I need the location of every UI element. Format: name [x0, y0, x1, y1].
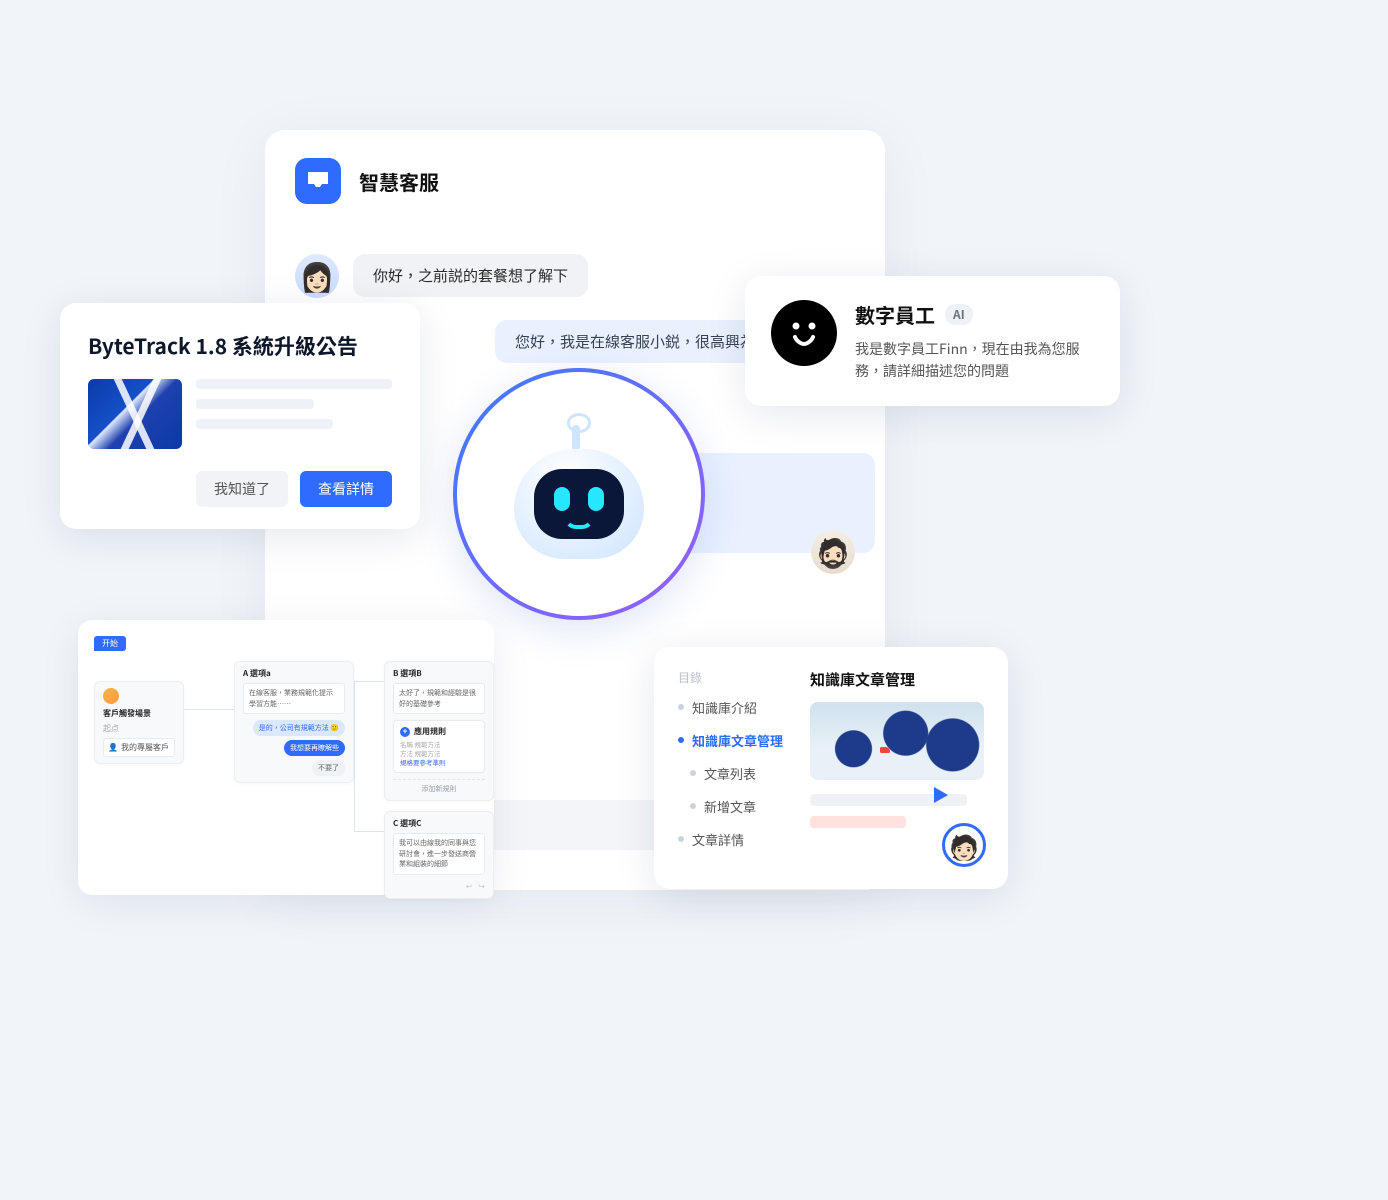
kb-illustration	[810, 702, 984, 780]
option-chip[interactable]: 我想要再瞭解些	[284, 740, 345, 756]
ack-button[interactable]: 我知道了	[196, 471, 288, 507]
kb-content-title: 知識庫文章管理	[810, 669, 984, 690]
play-icon[interactable]	[934, 787, 948, 803]
node-title: 客戶觸發場景	[103, 708, 175, 719]
option-chip[interactable]: 是的，公司有規範方法 🙂	[253, 720, 345, 736]
user-icon: 👤	[108, 742, 118, 753]
node-body: 在線客服，業務規範化提示學習方能……	[243, 683, 345, 714]
flow-canvas[interactable]: 客戶觸發場景 起点 👤 我的專屬客戶 A 選項a 在線客服，業務規範化提示學習方…	[94, 661, 478, 881]
inbox-icon	[295, 158, 341, 204]
digital-employee-avatar-icon	[771, 300, 837, 366]
kb-toc: 目錄 知識庫介紹知識庫文章管理文章列表新增文章文章詳情	[678, 669, 788, 863]
flow-node-c[interactable]: C 選項C 我可以由線我的同事與您研討會，進一步發送商營業和組裝的細節 ↩ ↪	[384, 811, 494, 899]
details-button[interactable]: 查看詳情	[300, 471, 392, 507]
flow-edge	[354, 681, 384, 682]
node-title: B 選項B	[393, 668, 485, 679]
announcement-card: ByteTrack 1.8 系統升級公告 我知道了 查看詳情	[60, 303, 420, 529]
flow-node-b[interactable]: B 選項B 太好了，規範和經驗是很好的基礎參考 +應用規則 名稱 規範方法 方法…	[384, 661, 494, 801]
node-title: C 選項C	[393, 818, 485, 829]
kb-toc-title: 目錄	[678, 669, 788, 686]
redo-icon[interactable]: ↪	[478, 881, 485, 892]
kb-toc-item[interactable]: 新增文章	[690, 797, 788, 816]
node-field: 我的專屬客戶	[121, 742, 169, 753]
plus-icon: +	[400, 727, 410, 737]
announcement-title: ByteTrack 1.8 系統升級公告	[88, 331, 392, 361]
add-rule-link[interactable]: 添加新規則	[393, 779, 485, 794]
kb-toc-item[interactable]: 知識庫介紹	[678, 698, 788, 717]
message-row-user-2: 🧔🏻	[811, 530, 855, 574]
kb-toc-item[interactable]: 文章詳情	[678, 830, 788, 849]
guide-avatar[interactable]: 🧑🏻	[942, 823, 986, 867]
flow-edge	[184, 709, 234, 710]
kb-toc-item[interactable]: 知識庫文章管理	[678, 731, 788, 750]
knowledge-base-card: 目錄 知識庫介紹知識庫文章管理文章列表新增文章文章詳情 知識庫文章管理 🧑🏻	[654, 647, 1008, 889]
digital-employee-card: 數字員工 AI 我是數字員工Finn，現在由我為您服務，請詳細描述您的問題	[745, 276, 1120, 406]
rule-title: 應用規則	[414, 726, 446, 737]
robot-icon	[504, 419, 654, 569]
skeleton-line	[810, 816, 906, 828]
option-chip[interactable]: 不要了	[312, 760, 345, 776]
chat-header: 智慧客服	[295, 158, 855, 204]
chat-title: 智慧客服	[359, 167, 439, 196]
robot-avatar-circle	[453, 368, 705, 620]
announcement-skeleton	[196, 379, 392, 449]
flow-start-tag: 开始	[94, 636, 126, 651]
flow-node-a[interactable]: A 選項a 在線客服，業務規範化提示學習方能…… 是的，公司有規範方法 🙂 我想…	[234, 661, 354, 783]
digital-employee-title: 數字員工	[855, 300, 935, 329]
node-title: A 選項a	[243, 668, 345, 679]
node-body: 太好了，規範和經驗是很好的基礎參考	[393, 683, 485, 714]
node-body: 我可以由線我的同事與您研討會，進一步發送商營業和組裝的細節	[393, 833, 485, 875]
avatar: 🧔🏻	[811, 530, 855, 574]
flow-node-start[interactable]: 客戶觸發場景 起点 👤 我的專屬客戶	[94, 681, 184, 764]
flow-edge	[354, 681, 355, 831]
digital-employee-desc: 我是數字員工Finn，現在由我為您服務，請詳細描述您的問題	[855, 339, 1094, 382]
announcement-thumbnail	[88, 379, 182, 449]
undo-icon[interactable]: ↩	[466, 881, 473, 892]
kb-toc-item[interactable]: 文章列表	[690, 764, 788, 783]
flow-edge	[354, 831, 384, 832]
flow-builder-card: 开始 客戶觸發場景 起点 👤 我的專屬客戶 A 選項a 在線客服，業務規範化提示…	[78, 620, 494, 895]
ai-badge: AI	[945, 304, 973, 325]
spark-icon	[103, 688, 119, 704]
message-bubble: 你好，之前説的套餐想了解下	[353, 254, 588, 297]
avatar: 👩🏻	[295, 254, 339, 298]
